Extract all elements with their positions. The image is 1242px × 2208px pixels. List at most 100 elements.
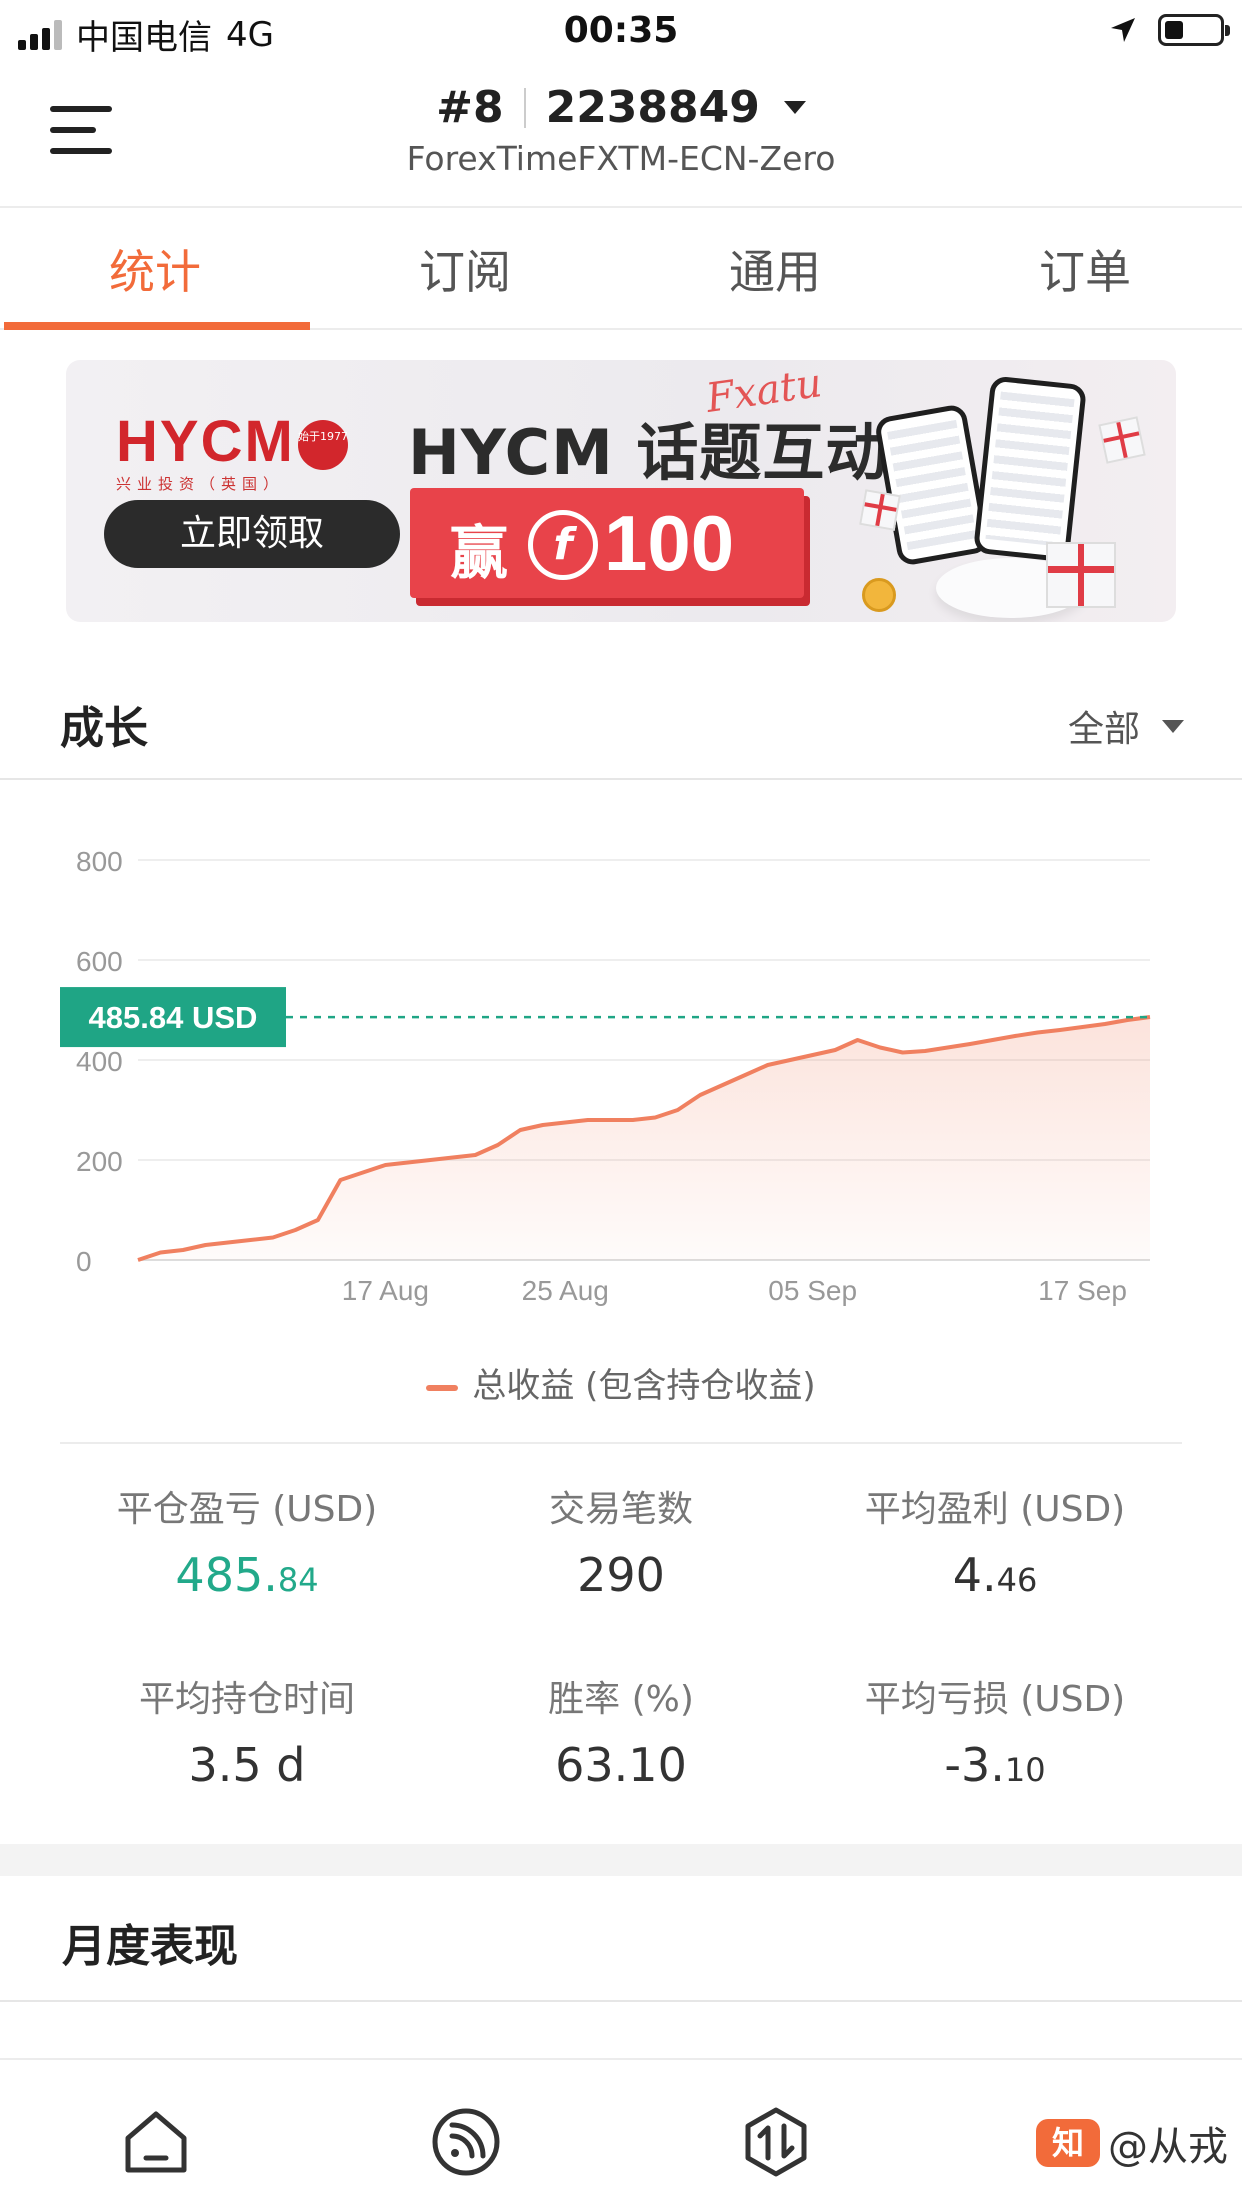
data-point	[991, 1039, 994, 1042]
account-header: #8 2238849 ForexTimeFXTM-ECN-Zero	[0, 62, 1242, 208]
nav-signals[interactable]	[430, 2106, 502, 2178]
data-point	[946, 1046, 949, 1049]
separator	[523, 87, 526, 128]
section-separator	[0, 1844, 1242, 1876]
data-point	[137, 1259, 140, 1262]
data-point	[631, 1119, 634, 1122]
claim-button[interactable]: 立即领取	[104, 500, 400, 568]
stat-win-rate: 胜率 (%) 63.10	[414, 1670, 828, 1792]
growth-chart[interactable]: 0 200 400 600 800 17 Aug 25 Aug 05 Sep 17 Sep 48…	[0, 800, 1242, 1330]
nav-home[interactable]	[120, 2106, 192, 2178]
nav-trade[interactable]	[740, 2106, 812, 2178]
hycm-logo: HYCM 兴业投资（英国）	[116, 409, 295, 493]
data-point	[856, 1039, 859, 1042]
stat-avg-profit: 平均盈利 (USD) 4.46	[788, 1480, 1202, 1602]
data-point	[474, 1154, 477, 1157]
win-label: 赢	[450, 519, 509, 587]
x-tick-label: 17 Sep	[1038, 1275, 1127, 1306]
divider	[60, 1442, 1182, 1444]
legend-swatch	[426, 1384, 459, 1391]
stat-value: 63.10	[555, 1738, 687, 1792]
stat-label: 交易笔数	[548, 1489, 693, 1530]
x-tick-label: 05 Sep	[768, 1275, 857, 1306]
tab-general[interactable]: 通用	[620, 208, 930, 328]
banner-title: HYCM 话题互动	[408, 416, 889, 489]
stat-trade-count: 交易笔数 290	[414, 1480, 828, 1602]
seal-badge: 始于1977	[298, 420, 348, 470]
location-arrow-icon	[1111, 18, 1135, 42]
signal-feed-icon	[432, 2108, 500, 2176]
chart-legend: 总收益 (包含持仓收益)	[0, 1358, 1242, 1407]
coin-icon: f	[528, 510, 598, 580]
gift-icon	[859, 489, 901, 531]
data-point	[204, 1244, 207, 1247]
chevron-down-icon	[1162, 719, 1184, 733]
data-point	[519, 1129, 522, 1132]
phone-illustration	[972, 375, 1088, 563]
bottom-nav: 知 @从戎	[0, 2058, 1242, 2208]
clock: 00:35	[563, 10, 679, 51]
divider	[0, 2000, 1242, 2002]
stat-closed-pnl: 平仓盈亏 (USD) 485.84	[40, 1480, 454, 1602]
data-point	[226, 1241, 229, 1244]
y-tick-label: 800	[76, 846, 123, 877]
status-bar: 中国电信 4G 00:35	[0, 0, 1242, 62]
data-point	[1036, 1031, 1039, 1034]
data-point	[406, 1161, 409, 1164]
status-bar-right	[1108, 14, 1230, 46]
data-point	[766, 1064, 769, 1067]
data-point	[451, 1156, 454, 1159]
zhihu-logo-icon: 知	[1036, 2119, 1100, 2167]
y-tick-label: 200	[76, 1146, 123, 1177]
data-point	[1059, 1029, 1062, 1032]
stat-label: 平仓盈亏 (USD)	[116, 1489, 378, 1530]
tab-orders[interactable]: 订单	[930, 208, 1240, 328]
gift-icon	[1098, 416, 1146, 464]
trade-arrows-icon	[745, 2107, 807, 2177]
win-amount-box: 赢 f 100	[410, 488, 804, 598]
stat-label: 平均亏损 (USD)	[864, 1679, 1126, 1720]
data-point	[879, 1046, 882, 1049]
data-point	[339, 1179, 342, 1182]
x-tick-label: 25 Aug	[522, 1275, 609, 1306]
chevron-down-icon	[783, 101, 806, 114]
legend-label: 总收益 (包含持仓收益)	[472, 1366, 816, 1406]
data-point	[901, 1051, 904, 1054]
home-icon	[125, 2111, 187, 2173]
tab-bar: 统计 订阅 通用 订单	[0, 208, 1242, 330]
data-point	[721, 1084, 724, 1087]
stat-label: 平均盈利 (USD)	[864, 1489, 1126, 1530]
data-point	[159, 1251, 162, 1254]
range-dropdown[interactable]: 全部	[1068, 700, 1184, 752]
data-point	[586, 1119, 589, 1122]
data-point	[271, 1236, 274, 1239]
data-point	[811, 1054, 814, 1057]
growth-title: 成长	[60, 703, 148, 754]
stat-value: 4.46	[952, 1548, 1038, 1602]
data-point	[1149, 1016, 1152, 1019]
data-point	[564, 1121, 567, 1124]
gold-coin-icon	[862, 578, 896, 612]
stat-value: 3.5 d	[188, 1738, 306, 1792]
data-point	[744, 1074, 747, 1077]
data-point	[676, 1109, 679, 1112]
tab-subscribe[interactable]: 订阅	[310, 208, 620, 328]
account-selector[interactable]: #8 2238849 ForexTimeFXTM-ECN-Zero	[0, 82, 1242, 178]
y-tick-label: 400	[76, 1046, 123, 1077]
data-point	[249, 1239, 252, 1242]
data-point	[429, 1159, 432, 1162]
y-tick-label: 600	[76, 946, 123, 977]
series-area	[138, 1017, 1150, 1260]
win-amount: 100	[604, 499, 735, 587]
stat-avg-loss: 平均亏损 (USD) -3.10	[788, 1670, 1202, 1792]
stat-value: 485.84	[175, 1548, 319, 1602]
data-point	[1126, 1019, 1129, 1022]
promo-banner[interactable]: HYCM 兴业投资（英国） 始于1977 立即领取 HYCM 话题互动 Fxat…	[66, 360, 1176, 622]
y-tick-label: 0	[76, 1246, 92, 1277]
x-tick-label: 17 Aug	[342, 1275, 429, 1306]
monthly-performance-title: 月度表现	[62, 1921, 238, 1972]
data-point	[969, 1043, 972, 1046]
stat-value: 290	[577, 1548, 665, 1602]
data-point	[384, 1164, 387, 1167]
tab-statistics[interactable]: 统计	[0, 208, 310, 330]
